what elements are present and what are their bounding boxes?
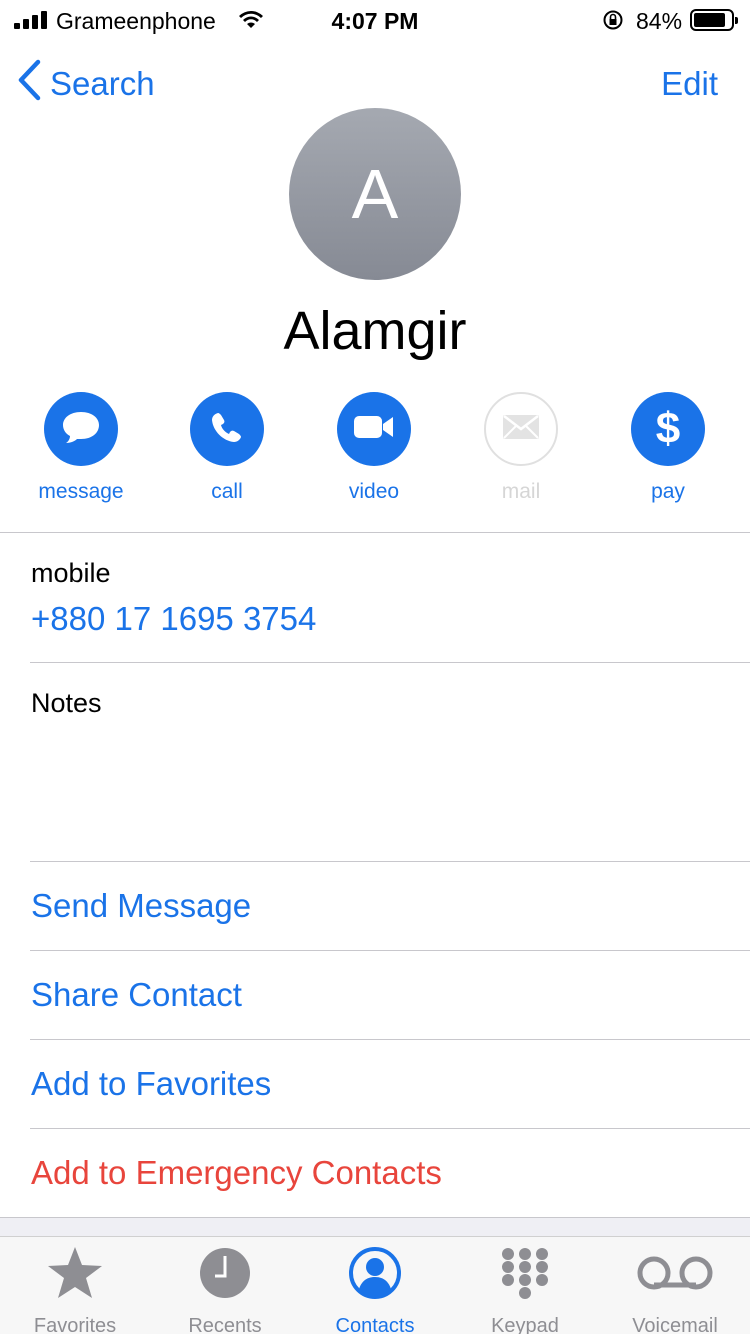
star-icon [0, 1245, 150, 1301]
tab-label: Voicemail [632, 1315, 718, 1334]
envelope-icon [501, 412, 541, 447]
message-label: message [38, 480, 124, 503]
phone-type-label: mobile [31, 558, 111, 588]
battery-icon [690, 9, 738, 31]
video-button[interactable]: video [314, 392, 434, 504]
divider [30, 1128, 750, 1129]
call-label: call [211, 480, 243, 503]
notes-label: Notes [31, 688, 102, 718]
tab-bar: Favorites Recents Contacts Keypad Voicem… [0, 1236, 750, 1334]
divider [30, 662, 750, 663]
tab-keypad[interactable]: Keypad [450, 1245, 600, 1334]
chevron-left-icon [16, 59, 50, 109]
voicemail-icon [600, 1245, 750, 1301]
message-button[interactable]: message [21, 392, 141, 504]
phone-icon [210, 410, 244, 449]
tab-contacts[interactable]: Contacts [300, 1245, 450, 1334]
tab-label: Favorites [33, 1315, 117, 1334]
mail-button[interactable]: mail [461, 392, 581, 504]
divider [0, 532, 750, 533]
divider [30, 861, 750, 862]
action-buttons: message call video mail $ pay [0, 392, 750, 512]
battery-percent: 84% [636, 8, 683, 34]
notes-field[interactable] [0, 720, 750, 860]
rotation-lock-icon [602, 9, 624, 37]
back-button[interactable]: Search [16, 59, 155, 109]
status-bar: Grameenphone 4:07 PM 84% [0, 0, 750, 40]
pay-button[interactable]: $ pay [608, 392, 728, 504]
mail-label: mail [501, 480, 541, 503]
tab-label: Recents [188, 1315, 262, 1334]
tab-label: Keypad [491, 1315, 559, 1334]
person-circle-icon [300, 1245, 450, 1301]
tab-recents[interactable]: Recents [150, 1245, 300, 1334]
send-message-link[interactable]: Send Message [31, 887, 251, 925]
keypad-icon [450, 1245, 600, 1301]
divider [30, 1039, 750, 1040]
tab-label: Contacts [335, 1315, 415, 1334]
message-bubble-icon [61, 409, 101, 450]
avatar: A [289, 108, 461, 280]
video-label: video [348, 480, 400, 503]
divider [30, 950, 750, 951]
add-to-favorites-link[interactable]: Add to Favorites [31, 1065, 271, 1103]
share-contact-link[interactable]: Share Contact [31, 976, 242, 1014]
dollar-icon: $ [655, 404, 681, 453]
back-label: Search [50, 65, 155, 102]
edit-button[interactable]: Edit [661, 62, 718, 106]
contact-name: Alamgir [283, 301, 467, 361]
add-to-emergency-contacts-link[interactable]: Add to Emergency Contacts [31, 1154, 442, 1192]
pay-label: pay [651, 480, 685, 503]
phone-number[interactable]: +880 17 1695 3754 [31, 600, 316, 638]
video-camera-icon [352, 413, 396, 446]
tab-favorites[interactable]: Favorites [0, 1245, 150, 1334]
call-button[interactable]: call [167, 392, 287, 504]
section-spacer [0, 1218, 750, 1236]
tab-voicemail[interactable]: Voicemail [600, 1245, 750, 1334]
clock-icon [150, 1245, 300, 1301]
